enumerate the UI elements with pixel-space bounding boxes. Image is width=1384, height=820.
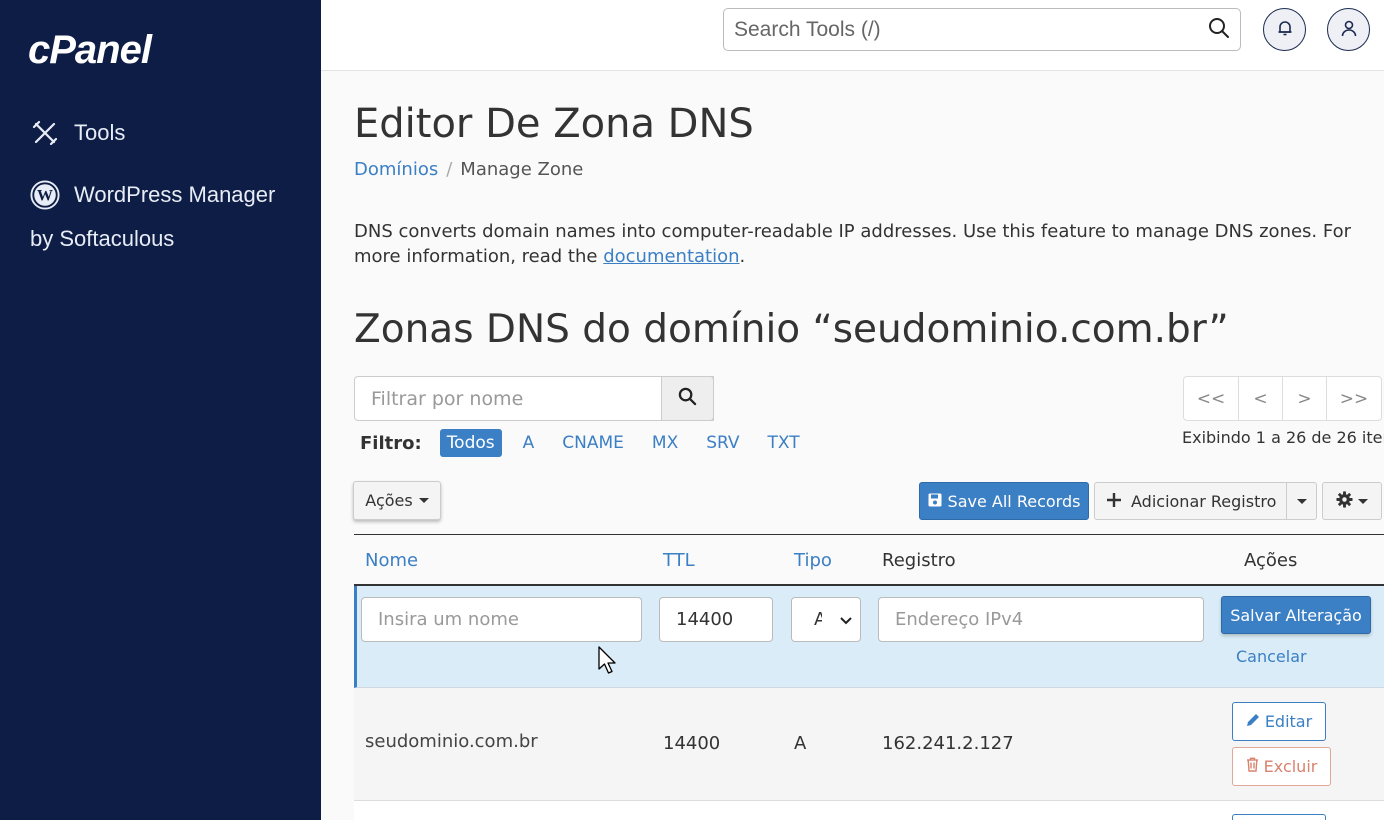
edit-button[interactable]: Editar (1232, 702, 1326, 741)
notifications-button[interactable] (1263, 8, 1306, 51)
column-header-record: Registro (882, 550, 956, 571)
filter-search-button[interactable] (661, 376, 714, 421)
filter-by-name-field[interactable] (354, 376, 714, 421)
chevron-down-icon (840, 609, 852, 630)
add-record-label: Adicionar Registro (1131, 491, 1277, 511)
delete-button[interactable]: Excluir (1232, 747, 1331, 786)
chevron-down-icon (1296, 498, 1307, 504)
chevron-down-icon (1358, 498, 1368, 504)
record-name: seudominio.com.br (365, 731, 538, 752)
actions-label: Ações (365, 491, 413, 510)
user-menu-button[interactable] (1327, 8, 1370, 51)
tools-icon (30, 118, 60, 148)
pager-prev-button[interactable]: < (1239, 377, 1283, 420)
search-tools-field[interactable] (723, 8, 1241, 51)
sidebar-item-wordpress[interactable]: W WordPress Manager (30, 180, 275, 210)
record-type: A (794, 733, 807, 754)
bell-icon (1276, 19, 1294, 41)
sidebar: cPanel Tools W WordPress Manager by Soft… (0, 0, 321, 820)
column-header-ttl[interactable]: TTL (663, 550, 695, 571)
record-value: 162.241.2.127 (882, 733, 1014, 754)
breadcrumb-current: Manage Zone (460, 159, 584, 180)
svg-text:W: W (37, 188, 53, 205)
edit-button[interactable] (1232, 814, 1326, 820)
record-value-input[interactable] (895, 609, 1203, 630)
add-record-button[interactable]: Adicionar Registro (1095, 483, 1286, 519)
mouse-cursor-icon (598, 646, 616, 674)
filter-chip-mx[interactable]: MX (645, 429, 685, 457)
pencil-icon (1246, 712, 1260, 731)
page-title: Editor De Zona DNS (354, 101, 754, 147)
cancel-link[interactable]: Cancelar (1236, 647, 1307, 666)
zones-title: Zonas DNS do domínio “seudominio.com.br” (354, 307, 1229, 352)
table-header: Nome TTL Tipo Registro Ações (354, 534, 1384, 586)
search-icon (678, 387, 697, 410)
record-value-field[interactable] (878, 597, 1204, 642)
filter-chip-todos[interactable]: Todos (439, 429, 502, 457)
save-icon (928, 492, 942, 511)
type-filter-bar: Filtro: Todos A CNAME MX SRV TXT (360, 429, 821, 457)
column-header-name[interactable]: Nome (365, 550, 418, 571)
dns-records-table: Nome TTL Tipo Registro Ações A Salvar A (354, 534, 1384, 820)
new-record-edit-row: A Salvar Alteração Cancelar (354, 586, 1384, 688)
search-icon[interactable] (1208, 17, 1230, 43)
pagination: << < > >> (1183, 376, 1382, 421)
sidebar-item-label: WordPress Manager (74, 182, 276, 207)
filter-chip-txt[interactable]: TXT (761, 429, 807, 457)
pager-next-button[interactable]: > (1283, 377, 1327, 420)
breadcrumb-separator: / (446, 159, 453, 180)
documentation-link[interactable]: documentation (603, 246, 739, 267)
add-record-split-button: Adicionar Registro (1094, 482, 1317, 520)
filter-label: Filtro: (360, 432, 422, 454)
breadcrumb-link-domains[interactable]: Domínios (354, 159, 438, 180)
description-text: DNS converts domain names into computer-… (354, 221, 1351, 267)
delete-label: Excluir (1263, 757, 1318, 776)
record-ttl: 14400 (663, 733, 721, 754)
pagination-status: Exibindo 1 a 26 de 26 itens (1182, 428, 1384, 447)
filter-chip-a[interactable]: A (516, 429, 542, 457)
table-row (354, 801, 1384, 820)
search-input[interactable] (734, 17, 1208, 42)
edit-label: Editar (1264, 712, 1313, 731)
filter-chip-cname[interactable]: CNAME (555, 429, 631, 457)
actions-dropdown-button[interactable]: Ações (353, 481, 441, 520)
save-change-button[interactable]: Salvar Alteração (1221, 596, 1371, 634)
save-all-label: Save All Records (947, 491, 1081, 511)
settings-dropdown-button[interactable] (1322, 482, 1382, 520)
top-header (321, 0, 1384, 71)
record-name-input[interactable] (378, 609, 641, 630)
pager-first-button[interactable]: << (1184, 377, 1239, 420)
gear-icon (1336, 490, 1353, 512)
cpanel-logo[interactable]: cPanel (28, 28, 152, 73)
table-row: seudominio.com.br 14400 A 162.241.2.127 … (354, 688, 1384, 801)
wordpress-icon: W (30, 180, 60, 210)
trash-icon (1246, 757, 1259, 776)
record-name-field[interactable] (361, 597, 642, 642)
ttl-input[interactable] (676, 609, 772, 630)
ttl-field[interactable] (659, 597, 773, 642)
filter-chip-srv[interactable]: SRV (699, 429, 746, 457)
save-all-records-button[interactable]: Save All Records (919, 482, 1089, 520)
type-select[interactable]: A (791, 597, 861, 642)
description-suffix: . (739, 246, 746, 267)
column-header-actions: Ações (1244, 550, 1298, 571)
chevron-down-icon (418, 498, 429, 503)
sidebar-item-tools[interactable]: Tools (30, 118, 125, 148)
column-header-type[interactable]: Tipo (794, 550, 832, 571)
sidebar-item-label-line2[interactable]: by Softaculous (30, 226, 174, 252)
sidebar-item-label: Tools (74, 120, 126, 145)
pager-last-button[interactable]: >> (1327, 377, 1381, 420)
type-select-value: A (814, 609, 822, 630)
add-record-dropdown-toggle[interactable] (1286, 483, 1316, 519)
page-description: DNS converts domain names into computer-… (354, 219, 1384, 269)
plus-icon (1107, 492, 1121, 511)
user-icon (1340, 19, 1358, 41)
breadcrumb: Domínios / Manage Zone (354, 159, 583, 180)
